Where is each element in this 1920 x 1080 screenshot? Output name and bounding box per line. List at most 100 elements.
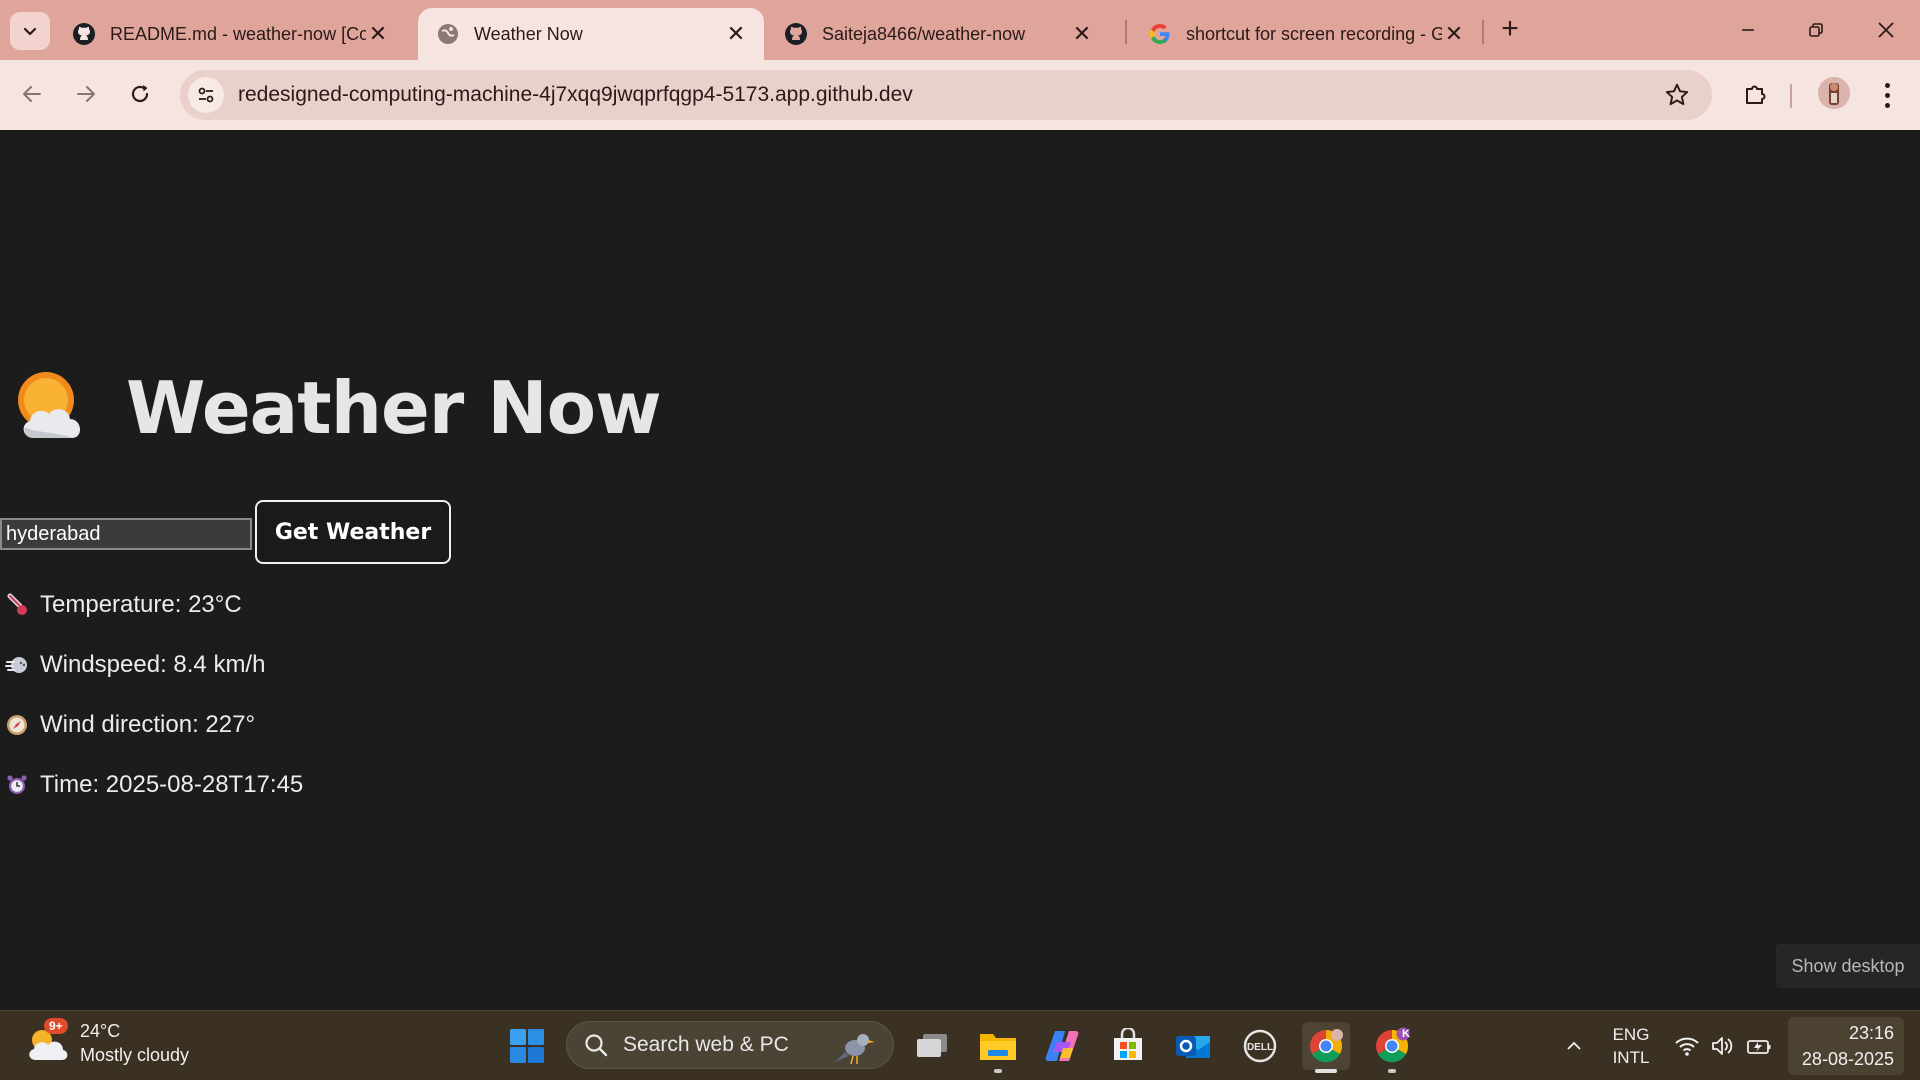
- wind-direction-text: Wind direction: 227°: [40, 711, 256, 738]
- search-highlight-bird-icon: [835, 1034, 875, 1065]
- tab-title: README.md - weather-now [Co: [110, 23, 366, 44]
- copilot-button[interactable]: [1038, 1022, 1086, 1070]
- reload-icon: [131, 85, 149, 103]
- toolbar-divider: [1790, 84, 1792, 108]
- show-desktop-tooltip: Show desktop: [1776, 944, 1920, 988]
- city-input[interactable]: [0, 518, 252, 550]
- taskbar-search-box[interactable]: Search web & PC: [566, 1021, 894, 1069]
- tab-strip: README.md - weather-now [Co ✕ Weather No…: [0, 0, 1920, 60]
- back-button[interactable]: [12, 74, 52, 114]
- start-button[interactable]: [503, 1022, 551, 1070]
- tab-google-search[interactable]: shortcut for screen recording - G ✕: [1130, 8, 1482, 60]
- clock-time: 23:16: [1848, 1023, 1894, 1043]
- new-tab-button[interactable]: +: [1494, 14, 1526, 46]
- address-bar[interactable]: redesigned-computing-machine-4j7xqq9jwqp…: [180, 70, 1712, 120]
- tab-search-button[interactable]: [10, 12, 50, 50]
- show-hidden-icons-button[interactable]: [1556, 1011, 1592, 1080]
- taskbar-clock[interactable]: 23:16 28-08-2025: [1788, 1017, 1904, 1075]
- tab-title: Weather Now: [474, 23, 583, 44]
- windspeed-text: Windspeed: 8.4 km/h: [40, 651, 266, 678]
- tab-readme[interactable]: README.md - weather-now [Co ✕: [54, 8, 406, 60]
- url-text[interactable]: redesigned-computing-machine-4j7xqq9jwqp…: [238, 83, 913, 107]
- bookmark-star-icon[interactable]: [1664, 82, 1690, 108]
- notification-badge: 9+: [44, 1018, 68, 1034]
- tab-divider: [1482, 20, 1484, 44]
- forward-button[interactable]: [66, 74, 106, 114]
- outlook-button[interactable]: [1170, 1022, 1218, 1070]
- weather-condition: Mostly cloudy: [80, 1045, 190, 1065]
- github-icon: [72, 22, 96, 46]
- close-icon[interactable]: ✕: [1070, 21, 1094, 46]
- reload-button[interactable]: [120, 74, 160, 114]
- search-icon: [585, 1034, 608, 1057]
- language-line1: ENG: [1612, 1025, 1650, 1044]
- chrome-profile-button[interactable]: K: [1368, 1022, 1416, 1073]
- profile-badge: K: [1402, 1028, 1410, 1040]
- dell-icon: DELL: [1243, 1029, 1277, 1063]
- taskbar-weather-widget[interactable]: 9+ 24°C Mostly cloudy: [24, 1018, 190, 1067]
- close-icon[interactable]: ✕: [724, 21, 748, 46]
- page-header: Weather Now: [12, 366, 662, 450]
- wind-face-icon: [4, 652, 30, 678]
- temperature-text: Temperature: 23°C: [40, 591, 242, 618]
- browser-menu-button[interactable]: [1872, 80, 1902, 110]
- get-weather-button[interactable]: Get Weather: [255, 500, 451, 564]
- taskbar: 9+ 24°C Mostly cloudy Search web & PC DE…: [0, 1010, 1920, 1080]
- minimize-icon: [1742, 29, 1754, 31]
- minimize-button[interactable]: [1718, 10, 1778, 50]
- language-indicator[interactable]: ENG INTL: [1606, 1011, 1656, 1080]
- battery-charging-icon: [1747, 1040, 1771, 1054]
- thermometer-icon: [4, 592, 30, 618]
- file-explorer-button[interactable]: [974, 1022, 1022, 1073]
- close-icon[interactable]: ✕: [366, 21, 390, 46]
- svg-text:DELL: DELL: [1247, 1042, 1273, 1053]
- extensions-button[interactable]: [1738, 76, 1774, 112]
- tab-title: Saiteja8466/weather-now: [822, 23, 1026, 44]
- dell-button[interactable]: DELL: [1236, 1022, 1284, 1070]
- task-view-button[interactable]: [908, 1022, 956, 1070]
- chevron-up-icon: [1567, 1041, 1581, 1050]
- cloudy-weather-icon: 9+: [24, 1018, 70, 1066]
- page-content: Weather Now Get Weather Temperature: 23°…: [0, 130, 1920, 1010]
- restore-icon: [1809, 23, 1823, 37]
- system-tray-status[interactable]: [1670, 1011, 1776, 1080]
- volume-icon: [1712, 1037, 1733, 1055]
- chevron-down-icon: [23, 27, 37, 36]
- close-icon: [1878, 22, 1894, 38]
- alarm-clock-icon: [4, 772, 30, 798]
- tab-saiteja-repo[interactable]: Saiteja8466/weather-now ✕: [766, 8, 1110, 60]
- running-indicator: [1388, 1069, 1396, 1073]
- browser-toolbar: redesigned-computing-machine-4j7xqq9jwqp…: [0, 60, 1920, 130]
- file-explorer-icon: [980, 1034, 1016, 1060]
- chrome-icon: [1310, 1029, 1343, 1063]
- sun-behind-cloud-icon: [18, 372, 81, 438]
- puzzle-icon: [1746, 85, 1766, 104]
- site-info-icon[interactable]: [188, 77, 224, 113]
- language-line2: INTL: [1612, 1048, 1650, 1067]
- clock-date: 28-08-2025: [1801, 1049, 1894, 1069]
- google-icon: [1148, 22, 1172, 46]
- weather-temp: 24°C: [80, 1021, 121, 1041]
- globe-icon: [436, 22, 460, 46]
- windspeed-row: Windspeed: 8.4 km/h: [4, 651, 265, 679]
- tab-title: shortcut for screen recording - G: [1186, 23, 1442, 44]
- tab-weather-now[interactable]: Weather Now ✕: [418, 8, 764, 60]
- task-view-icon: [917, 1034, 947, 1057]
- tab-divider: [1125, 20, 1127, 44]
- restore-button[interactable]: [1786, 10, 1846, 50]
- github-icon: [784, 22, 808, 46]
- active-indicator: [1315, 1069, 1337, 1073]
- page-title: Weather Now: [126, 366, 662, 450]
- wifi-icon: [1675, 1037, 1699, 1056]
- microsoft-store-button[interactable]: [1104, 1022, 1152, 1070]
- profile-avatar[interactable]: [1818, 77, 1850, 109]
- arrow-right-icon: [77, 86, 95, 102]
- time-text: Time: 2025-08-28T17:45: [40, 771, 304, 798]
- close-window-button[interactable]: [1856, 10, 1916, 50]
- microsoft-store-icon: [1114, 1028, 1142, 1060]
- outlook-icon: [1176, 1036, 1210, 1058]
- chrome-button[interactable]: [1302, 1022, 1350, 1073]
- close-icon[interactable]: ✕: [1442, 21, 1466, 46]
- time-row: Time: 2025-08-28T17:45: [4, 771, 303, 799]
- running-indicator: [994, 1069, 1002, 1073]
